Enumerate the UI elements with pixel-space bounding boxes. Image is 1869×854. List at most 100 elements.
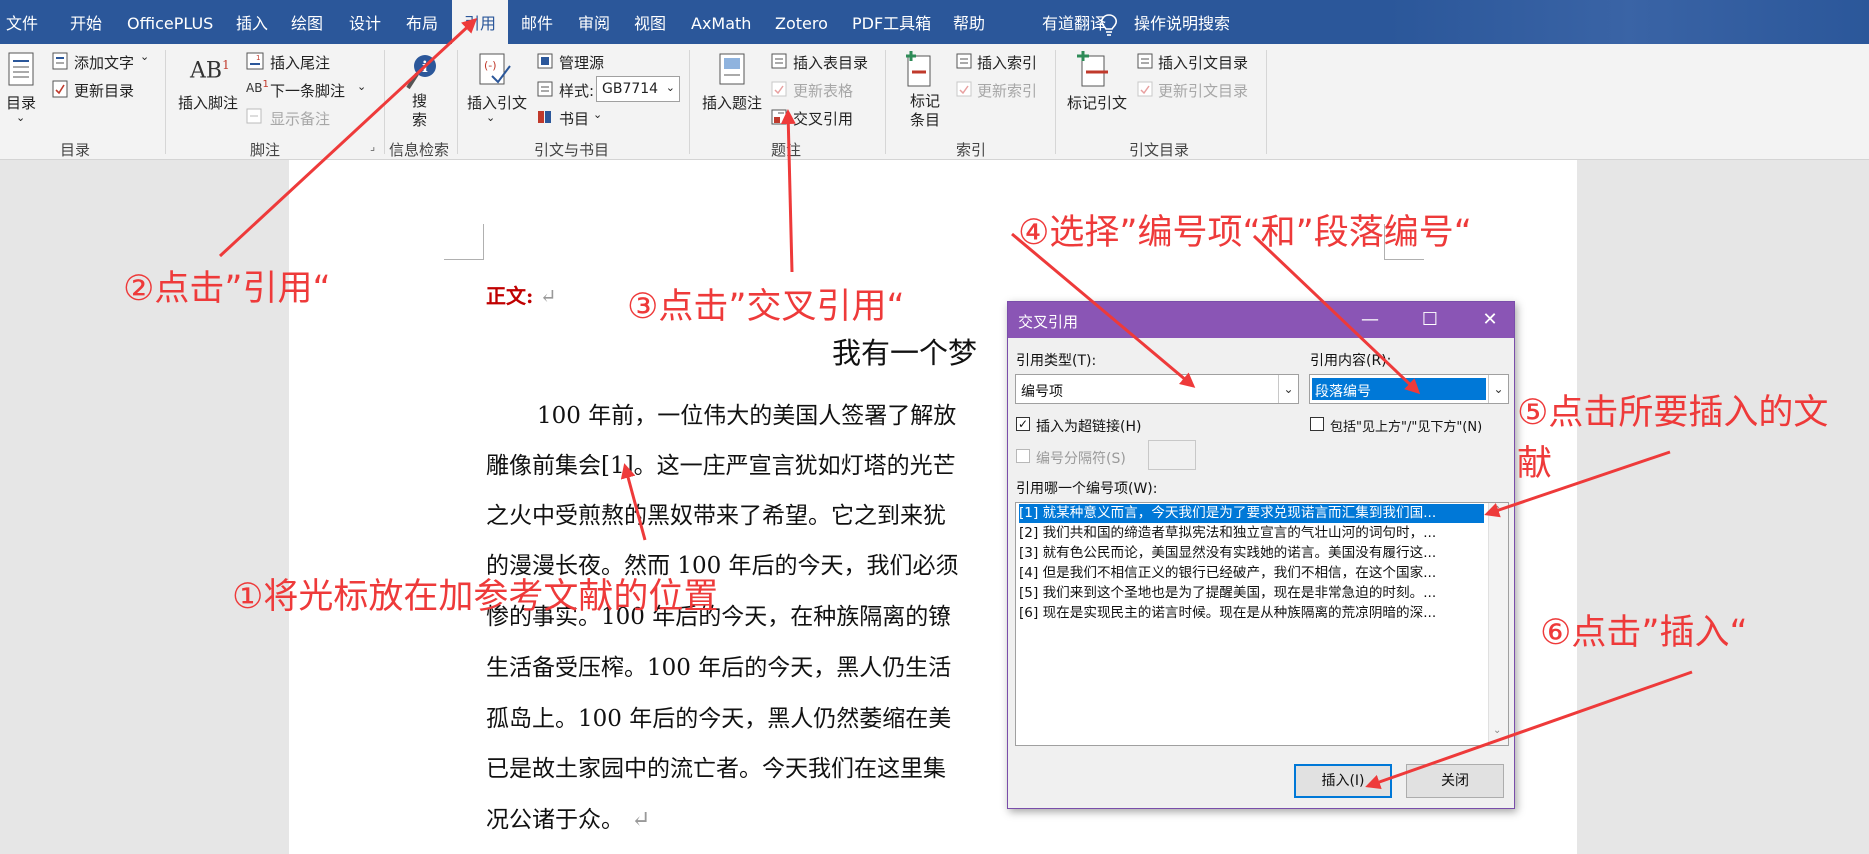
manage-sources-button[interactable]: 管理源 [559, 52, 604, 73]
scroll-down-icon[interactable]: ⌄ [1493, 725, 1501, 736]
reference-type-value: 编号项 [1021, 384, 1063, 400]
insert-table-of-figures-button[interactable]: 插入表目录 [793, 52, 868, 73]
update-index-button[interactable]: 更新索引 [977, 80, 1037, 101]
insert-footnote-icon: AB1 [190, 58, 230, 84]
close-button[interactable]: 关闭 [1406, 764, 1504, 798]
citation-style-select[interactable]: GB7714 ⌄ [596, 76, 680, 102]
which-item-label: 引用哪一个编号项(W): [1016, 481, 1158, 497]
tab-home[interactable]: 开始 [70, 0, 102, 44]
insert-button[interactable]: 插入(I) [1294, 764, 1392, 798]
svg-text:(-): (-) [484, 59, 497, 72]
chevron-down-icon[interactable]: ⌄ [140, 50, 149, 63]
annotation-step1: ①将光标放在加参考文献的位置 [232, 577, 719, 617]
margin-corner-mark [444, 224, 484, 260]
tab-draw[interactable]: 绘图 [291, 0, 323, 44]
dialog-launcher-icon[interactable]: ⌟ [370, 140, 375, 153]
group-label-captions: 题注 [771, 141, 802, 159]
cross-reference-dialog: 交叉引用 — ☐ ✕ 引用类型(T): 编号项 ⌄ 引用内容(R): 段落编号 … [1007, 301, 1515, 809]
update-table-button[interactable]: 更新表格 [793, 80, 853, 101]
list-item[interactable]: [5] 我们来到这个圣地也是为了提醒美国，现在是非常急迫的时刻。... [1019, 584, 1484, 603]
chevron-down-icon[interactable]: ⌄ [593, 108, 602, 121]
mark-citation-button[interactable]: 标记引文 [1067, 92, 1127, 113]
tab-review[interactable]: 审阅 [578, 0, 610, 44]
search-icon: i [406, 55, 436, 90]
minimize-icon[interactable]: — [1346, 302, 1394, 338]
tab-view[interactable]: 视图 [634, 0, 666, 44]
tab-zotero[interactable]: Zotero [775, 0, 828, 44]
separate-numbers-checkbox[interactable] [1016, 449, 1030, 463]
update-table-of-authorities-button[interactable]: 更新引文目录 [1158, 80, 1248, 101]
tab-help[interactable]: 帮助 [953, 0, 985, 44]
add-text-icon [52, 52, 68, 70]
list-item[interactable]: [4] 但是我们不相信正义的银行已经破产，我们不相信，在这个国家... [1019, 564, 1484, 583]
reference-content-label: 引用内容(R): [1310, 353, 1392, 369]
tab-design[interactable]: 设计 [349, 0, 381, 44]
group-separator [165, 50, 166, 154]
include-above-below-label: 包括"见上方"/"见下方"(N) [1330, 420, 1483, 435]
tab-mailings[interactable]: 邮件 [521, 0, 553, 44]
svg-text:i: i [422, 58, 428, 76]
reference-type-select[interactable]: 编号项 ⌄ [1015, 374, 1299, 404]
update-toc-button[interactable]: 更新目录 [74, 80, 134, 101]
mark-entry-button[interactable]: 标记条目 [910, 92, 944, 130]
scroll-up-icon[interactable]: ⌃ [1493, 505, 1501, 516]
tab-youdao-translate[interactable]: 有道翻译 [1042, 0, 1106, 44]
separate-numbers-label: 编号分隔符(S) [1036, 451, 1126, 467]
tab-layout[interactable]: 布局 [406, 0, 438, 44]
dialog-title-bar[interactable]: 交叉引用 — ☐ ✕ [1008, 302, 1514, 338]
tab-insert[interactable]: 插入 [236, 0, 268, 44]
insert-endnote-button[interactable]: 插入尾注 [270, 52, 330, 73]
list-item[interactable]: [3] 就有色公民而论，美国显然没有实践她的诺言。美国没有履行这... [1019, 544, 1484, 563]
group-separator [1266, 50, 1267, 154]
insert-table-of-authorities-button[interactable]: 插入引文目录 [1158, 52, 1248, 73]
tab-references[interactable]: 引用 [452, 0, 508, 44]
tab-pdf-toolbox[interactable]: PDF工具箱 [852, 0, 931, 44]
tell-me-search[interactable]: 操作说明搜索 [1134, 0, 1230, 44]
insert-index-button[interactable]: 插入索引 [977, 52, 1037, 73]
paragraph-line: 已是故土家园中的流亡者。今天我们在这里集 [486, 756, 946, 782]
chevron-down-icon[interactable]: ⌄ [486, 111, 495, 124]
update-table-icon [771, 81, 787, 97]
toc-button[interactable]: 目录 [6, 92, 36, 113]
tab-officeplus[interactable]: OfficePLUS [127, 0, 213, 44]
include-above-below-checkbox[interactable] [1310, 417, 1324, 431]
maximize-icon[interactable]: ☐ [1406, 302, 1454, 338]
tab-file[interactable]: 文件 [6, 0, 38, 44]
insert-table-of-authorities-icon [1137, 53, 1153, 69]
group-label-index: 索引 [956, 141, 987, 159]
svg-text:1: 1 [256, 54, 260, 62]
reference-type-label: 引用类型(T): [1016, 353, 1097, 369]
insert-hyperlink-checkbox[interactable]: ✓ [1016, 417, 1030, 431]
tab-axmath[interactable]: AxMath [691, 0, 751, 44]
chevron-down-icon[interactable]: ⌄ [16, 111, 25, 124]
group-label-footnotes: 脚注 [250, 141, 281, 159]
group-label-table-of-authorities: 引文目录 [1129, 141, 1190, 159]
show-notes-button[interactable]: 显示备注 [270, 108, 330, 129]
numbered-items-list[interactable]: [1] 就某种意义而言，今天我们是为了要求兑现诺言而汇集到我们国... [2] … [1015, 502, 1509, 746]
add-text-button[interactable]: 添加文字 [74, 52, 134, 73]
list-scrollbar[interactable]: ⌃ ⌄ [1488, 503, 1508, 745]
bibliography-button[interactable]: 书目 [559, 108, 589, 129]
update-index-icon [956, 81, 972, 97]
list-item[interactable]: [2] 我们共和国的缔造者草拟宪法和独立宣言的气壮山河的词句时，... [1019, 524, 1484, 543]
list-item[interactable]: [1] 就某种意义而言，今天我们是为了要求兑现诺言而汇集到我们国... [1019, 504, 1484, 523]
insert-citation-button[interactable]: 插入引文 [467, 92, 527, 113]
group-label-citations: 引文与书目 [534, 141, 610, 159]
reference-content-select[interactable]: 段落编号 ⌄ [1309, 374, 1509, 404]
group-label-toc: 目录 [60, 141, 91, 159]
mark-entry-icon [906, 51, 931, 87]
paragraph-line: 之火中受煎熬的黑奴带来了希望。它之到来犹 [486, 503, 946, 529]
next-footnote-button[interactable]: 下一条脚注 [270, 80, 345, 101]
insert-caption-icon [719, 53, 745, 85]
chevron-down-icon: ⌄ [1488, 375, 1508, 403]
cross-reference-button[interactable]: 交叉引用 [793, 108, 853, 129]
separator-input[interactable] [1148, 440, 1196, 470]
style-label: 样式: [559, 82, 595, 100]
chevron-down-icon[interactable]: ⌄ [357, 80, 366, 93]
insert-footnote-button[interactable]: 插入脚注 [178, 92, 238, 113]
list-item[interactable]: [6] 现在是实现民主的诺言时候。现在是从种族隔离的荒凉阴暗的深... [1019, 604, 1484, 623]
menu-bar: 文件 开始 OfficePLUS 插入 绘图 设计 布局 引用 邮件 审阅 视图… [0, 0, 1869, 44]
insert-caption-button[interactable]: 插入题注 [702, 92, 762, 113]
close-icon[interactable]: ✕ [1466, 302, 1514, 338]
search-button[interactable]: 搜索 [412, 92, 428, 130]
